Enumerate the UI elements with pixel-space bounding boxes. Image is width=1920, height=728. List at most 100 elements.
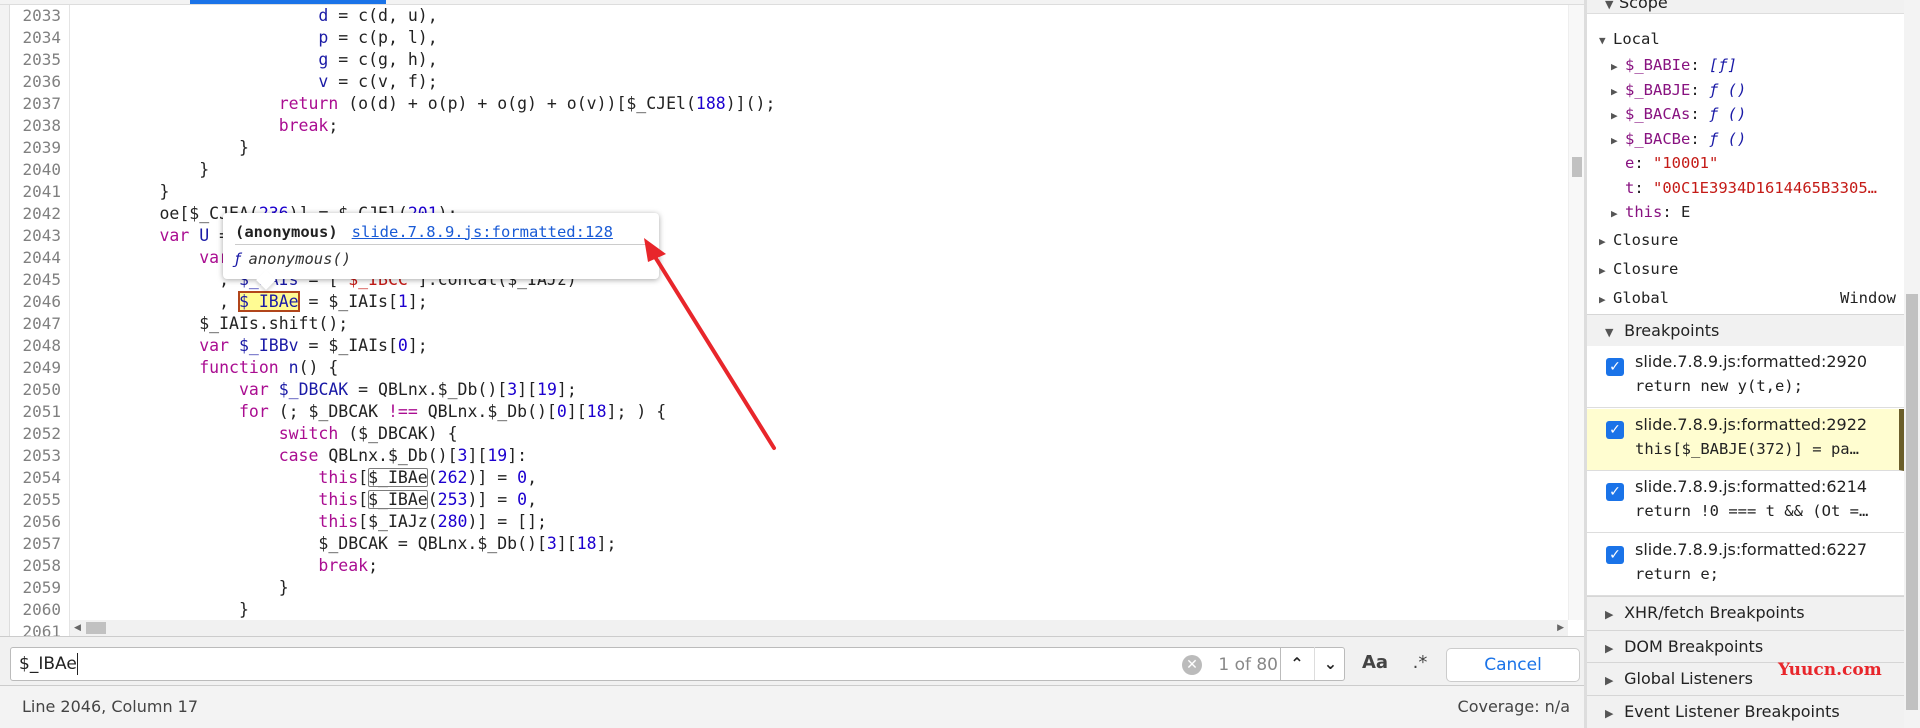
scrollbar-thumb[interactable] <box>1906 294 1918 710</box>
code-line[interactable]: function n() { <box>80 357 338 379</box>
scope-label: Local <box>1613 30 1660 48</box>
horizontal-scrollbar[interactable]: ◀ ▶ <box>70 620 1568 636</box>
breakpoints-header[interactable]: ▼ Breakpoints <box>1587 314 1904 346</box>
code-token: ][ <box>566 402 587 421</box>
code-line[interactable]: break; <box>80 115 339 137</box>
debugger-sidebar: ▼ Scope ▼ Local ▶ $_BABIe: [ƒ] ▶ $_BABJE: ƒ (… <box>1587 0 1904 728</box>
coverage-status[interactable]: Coverage: n/a <box>1458 697 1570 716</box>
scope-closure[interactable]: ▶ Closure <box>1587 228 1904 252</box>
breakpoint-location: slide.7.8.9.js:formatted:6227 <box>1635 539 1868 559</box>
variable-value: ƒ () <box>1709 105 1747 123</box>
variable-name: $_BACBe <box>1625 129 1691 148</box>
line-number: 2034 <box>22 28 61 47</box>
breakpoint-checkbox[interactable]: ✓ <box>1606 358 1624 376</box>
code-line[interactable]: p = c(p, l), <box>80 27 438 49</box>
regex-button[interactable]: .* <box>1405 648 1435 678</box>
code-line[interactable]: this[$_IBAe(253)] = 0, <box>80 489 537 511</box>
collapsed-triangle-icon: ▶ <box>1611 133 1618 147</box>
next-match-icon[interactable]: ⌄ <box>1314 647 1346 680</box>
code-token: [ <box>358 468 369 487</box>
vertical-scrollbar[interactable] <box>1568 5 1584 620</box>
event-listener-breakpoints-section[interactable]: ▶ Event Listener Breakpoints <box>1587 695 1904 728</box>
xhr-breakpoints-section[interactable]: ▶ XHR/fetch Breakpoints <box>1587 596 1904 630</box>
breakpoint-item[interactable]: ✓ slide.7.8.9.js:formatted:2922 this[$_BAB… <box>1587 408 1904 471</box>
code-line[interactable]: $_DBCAK = QBLnx.$_Db()[3][18]; <box>80 533 616 555</box>
breakpoint-item[interactable]: ✓ slide.7.8.9.js:formatted:6214 return !0 … <box>1587 471 1904 533</box>
text-caret <box>76 653 78 675</box>
breakpoint-location: slide.7.8.9.js:formatted:2922 <box>1635 414 1868 434</box>
scope-variable[interactable]: e: "10001" <box>1587 151 1904 175</box>
match-case-button[interactable]: Aa <box>1360 648 1390 678</box>
breakpoint-code: this[$_BABJE(372)] = pa… <box>1635 439 1859 458</box>
code-token: ]; <box>596 534 617 553</box>
collapsed-triangle-icon: ▶ <box>1605 608 1614 621</box>
breakpoint-checkbox[interactable]: ✓ <box>1606 420 1624 439</box>
line-number: 2038 <box>22 116 61 135</box>
scope-variable[interactable]: ▶ this: E <box>1587 200 1904 224</box>
code-line[interactable]: v = c(v, f); <box>80 71 438 93</box>
code-token: $_IAIs.shift(); <box>199 314 349 333</box>
scope-header[interactable]: ▼ Scope <box>1587 0 1904 14</box>
line-number: 2047 <box>22 314 61 333</box>
line-number: 2037 <box>22 94 61 113</box>
line-number: 2049 <box>22 358 61 377</box>
scope-variable[interactable]: ▶ $_BACBe: ƒ () <box>1587 127 1904 151</box>
breakpoint-code: return new y(t,e); <box>1635 377 1803 395</box>
variable-value: ƒ () <box>1709 80 1747 99</box>
scope-variable[interactable]: ▶ $_BABJE: ƒ () <box>1587 78 1904 102</box>
code-token: ]; <box>407 292 428 311</box>
scroll-right-icon[interactable]: ▶ <box>1557 623 1564 633</box>
scroll-left-icon[interactable]: ◀ <box>74 623 81 633</box>
scope-local[interactable]: ▼ Local <box>1587 27 1904 51</box>
code-token: var <box>159 226 190 245</box>
code-token: = c(v, f); <box>328 72 438 91</box>
code-line[interactable]: , $_IBAe = $_IAIs[1]; <box>80 291 428 313</box>
scrollbar-thumb[interactable] <box>86 622 106 634</box>
code-line[interactable]: this[$_IAJz(280)] = []; <box>80 511 547 533</box>
code-editor[interactable]: 2033 2034 2035 2036 2037 2038 2039 2040 2041 2042… <box>0 0 1584 636</box>
clear-search-icon[interactable]: ✕ <box>1182 655 1202 675</box>
code-token: = c(p, l), <box>328 28 438 47</box>
code-line[interactable]: } <box>80 599 249 621</box>
scope-global[interactable]: ▶ Global Window <box>1587 286 1904 310</box>
code-token: break <box>278 116 329 135</box>
code-line[interactable]: this[$_IBAe(262)] = 0, <box>80 467 537 489</box>
scope-variable[interactable]: ▶ $_BACAs: ƒ () <box>1587 102 1904 126</box>
code-line[interactable]: case QBLnx.$_Db()[3][19]: <box>80 445 527 467</box>
scope-variable[interactable]: t: "00C1E3934D1614465B3305… <box>1587 176 1904 200</box>
code-line[interactable]: var $_DBCAK = QBLnx.$_Db()[3][19]; <box>80 379 577 401</box>
scrollbar-thumb[interactable] <box>1572 157 1582 177</box>
code-line[interactable]: switch ($_DBCAK) { <box>80 423 458 445</box>
breakpoint-item[interactable]: ✓ slide.7.8.9.js:formatted:6227 return e; <box>1587 534 1904 596</box>
code-line[interactable]: g = c(g, h), <box>80 49 437 71</box>
scope-variable[interactable]: ▶ $_BABIe: [ƒ] <box>1587 53 1904 77</box>
code-line[interactable]: d = c(d, u), <box>80 5 437 27</box>
sidebar-scrollbar[interactable] <box>1904 0 1920 728</box>
code-token: $_DBCAK = QBLnx.$_Db()[ <box>318 534 547 553</box>
code-line[interactable]: } <box>80 577 289 599</box>
code-line[interactable]: break; <box>80 555 378 577</box>
cancel-button[interactable]: Cancel <box>1446 648 1580 682</box>
code-token: v <box>318 72 329 91</box>
code-line[interactable]: } <box>80 181 169 203</box>
code-line[interactable]: } <box>80 159 209 181</box>
source-link[interactable]: slide.7.8.9.js:formatted:128 <box>352 223 613 241</box>
code-line[interactable]: return (o(d) + o(p) + o(g) + o(v))[$_CJE… <box>80 93 776 115</box>
code-token: ( <box>427 490 438 509</box>
function-signature: anonymous() <box>248 250 352 268</box>
dom-breakpoints-section[interactable]: ▶ DOM Breakpoints <box>1587 630 1904 662</box>
scope-closure[interactable]: ▶ Closure <box>1587 257 1904 281</box>
breakpoint-checkbox[interactable]: ✓ <box>1606 483 1624 501</box>
code-line[interactable]: var $_IBBv = $_IAIs[0]; <box>80 335 428 357</box>
previous-match-icon[interactable]: ⌃ <box>1281 647 1313 680</box>
code-line[interactable]: } <box>80 137 249 159</box>
code-line[interactable]: $_IAIs.shift(); <box>80 313 348 335</box>
search-input[interactable]: $_IBAe <box>10 647 1345 681</box>
breakpoint-item[interactable]: ✓ slide.7.8.9.js:formatted:2920 return new… <box>1587 346 1904 408</box>
code-token: } <box>199 160 210 179</box>
code-line[interactable]: for (; $_DBCAK !== QBLnx.$_Db()[0][18]; … <box>80 401 666 423</box>
line-number: 2060 <box>22 600 61 619</box>
breakpoint-checkbox[interactable]: ✓ <box>1606 545 1624 564</box>
